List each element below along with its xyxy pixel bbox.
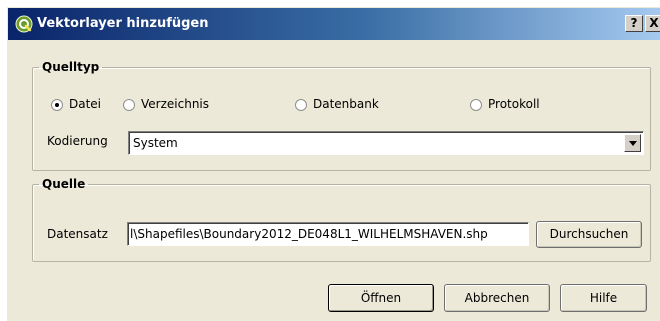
title-bar[interactable]: Vektorlayer hinzufügen ? X — [8, 8, 660, 40]
title-help-button[interactable]: ? — [625, 15, 643, 32]
radio-database-label[interactable]: Datenbank — [313, 97, 379, 111]
radio-database[interactable] — [295, 99, 307, 111]
qgis-app-icon — [15, 15, 33, 33]
source-legend: Quelle — [42, 177, 86, 191]
radio-file-label[interactable]: Datei — [69, 97, 101, 111]
radio-protocol-label[interactable]: Protokoll — [488, 97, 540, 111]
radio-selected-dot — [55, 103, 59, 107]
radio-protocol[interactable] — [470, 99, 482, 111]
dataset-path-field[interactable]: l\Shapefiles\Boundary2012_DE048L1_WILHEL… — [127, 222, 529, 246]
window-title: Vektorlayer hinzufügen — [37, 16, 209, 31]
radio-file[interactable] — [51, 99, 63, 111]
browse-button[interactable]: Durchsuchen — [536, 221, 642, 248]
open-button[interactable]: Öffnen — [328, 284, 434, 312]
add-vector-layer-dialog: Vektorlayer hinzufügen ? X Quelltyp Date… — [6, 6, 660, 321]
encoding-select[interactable]: System — [128, 131, 644, 155]
chevron-down-icon[interactable] — [624, 134, 641, 152]
radio-directory-label[interactable]: Verzeichnis — [141, 97, 209, 111]
source-type-legend: Quelltyp — [42, 60, 100, 74]
dataset-label: Datensatz — [47, 227, 108, 241]
help-button[interactable]: Hilfe — [560, 284, 647, 312]
source-group: Quelle — [32, 177, 651, 262]
encoding-label: Kodierung — [47, 134, 108, 148]
radio-directory[interactable] — [123, 99, 135, 111]
cancel-button[interactable]: Abbrechen — [444, 284, 550, 312]
title-close-button[interactable]: X — [645, 15, 660, 32]
encoding-value: System — [133, 136, 178, 150]
